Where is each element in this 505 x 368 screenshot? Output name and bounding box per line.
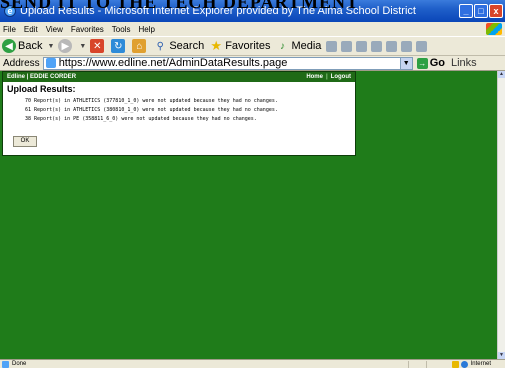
forward-arrow-icon: ▶ (58, 39, 73, 53)
stop-button[interactable]: ✕ (90, 39, 106, 53)
menu-edit[interactable]: Edit (24, 25, 38, 34)
status-segment (425, 360, 444, 368)
menu-file[interactable]: File (3, 25, 16, 34)
favorites-label: Favorites (225, 40, 271, 52)
page-icon (45, 58, 56, 68)
menu-help[interactable]: Help (138, 25, 154, 34)
address-url: https://www.edline.net/AdminDataResults.… (58, 57, 288, 69)
stop-icon: ✕ (90, 39, 105, 53)
menu-favorites[interactable]: Favorites (71, 25, 104, 34)
go-label: Go (429, 57, 445, 69)
back-arrow-icon: ◀ (2, 39, 16, 53)
status-bar: Done Internet (0, 359, 505, 368)
report-line: 70 Report(s) in ATHLETICS (377810_1_0) w… (25, 98, 278, 104)
report-list: 70 Report(s) in ATHLETICS (377810_1_0) w… (3, 97, 355, 124)
address-label: Address (3, 57, 40, 69)
back-button[interactable]: ◀ Back (2, 39, 42, 53)
links-button[interactable]: Links (451, 57, 477, 69)
refresh-button[interactable]: ↻ (111, 39, 127, 53)
edit-icon[interactable] (371, 40, 383, 52)
page-title: Upload Results: (7, 84, 76, 94)
favorites-button[interactable]: ★ Favorites (209, 38, 271, 53)
vertical-scrollbar[interactable]: ▲ ▼ (497, 71, 505, 359)
ok-button[interactable]: OK (13, 136, 37, 147)
folder-icon[interactable] (386, 40, 398, 52)
windows-logo-icon (486, 23, 502, 35)
address-dropdown-icon[interactable]: ▼ (399, 57, 412, 69)
logout-link[interactable]: Logout (331, 74, 351, 80)
header-user[interactable]: Edline | EDDIE CORDER (7, 74, 303, 80)
search-icon: ⚲ (156, 40, 164, 52)
page-done-icon (2, 360, 9, 368)
standard-toolbar: ◀ Back ▼ ▶ ▼ ✕ ↻ ⌂ ⚲ Search ★ Favorites … (0, 36, 505, 56)
menu-view[interactable]: View (46, 25, 63, 34)
forward-button[interactable]: ▶ (58, 39, 74, 53)
status-text: Done (12, 361, 27, 367)
go-arrow-icon: → (416, 57, 428, 69)
media-label: Media (291, 40, 322, 52)
back-label: Back (18, 40, 43, 52)
menu-tools[interactable]: Tools (112, 25, 131, 34)
edline-header-bar: Edline | EDDIE CORDER Home | Logout (3, 72, 355, 82)
refresh-icon: ↻ (111, 39, 126, 53)
upload-results-panel: Edline | EDDIE CORDER Home | Logout Upload… (2, 71, 356, 156)
home-button[interactable]: ⌂ (132, 39, 148, 53)
media-button[interactable]: ♪ Media (275, 39, 321, 53)
address-input[interactable]: https://www.edline.net/AdminDataResults.… (42, 56, 413, 70)
print-icon[interactable] (356, 40, 368, 52)
back-dropdown-icon[interactable]: ▼ (47, 43, 54, 50)
media-icon: ♪ (279, 40, 285, 52)
report-line: 61 Report(s) in ATHLETICS (380810_1_0) w… (25, 107, 278, 113)
home-link[interactable]: Home (306, 74, 323, 80)
status-segment (407, 360, 426, 368)
zone-text: Internet (470, 361, 491, 367)
address-bar: Address https://www.edline.net/AdminData… (0, 56, 505, 71)
favorites-star-icon: ★ (210, 38, 223, 53)
internet-zone-icon (460, 360, 468, 368)
mail-icon[interactable] (341, 40, 353, 52)
history-icon[interactable] (326, 40, 338, 52)
header-nav: Home | Logout (303, 74, 351, 80)
menu-bar: File Edit View Favorites Tools Help (0, 22, 505, 36)
report-line: 38 Report(s) in PE (358811_6_0) were not… (25, 116, 257, 122)
research-icon[interactable] (416, 40, 428, 52)
home-icon: ⌂ (132, 39, 147, 53)
nav-separator: | (325, 74, 328, 80)
page-content: Edline | EDDIE CORDER Home | Logout Upload… (0, 71, 497, 359)
scroll-up-icon[interactable]: ▲ (498, 71, 505, 78)
scroll-down-icon[interactable]: ▼ (498, 352, 505, 359)
lock-icon (451, 360, 459, 368)
forward-dropdown-icon[interactable]: ▼ (79, 43, 86, 50)
overlay-caption: SEND IT TO THE TECH DEPARTMENT (0, 0, 359, 10)
go-button[interactable]: → Go (416, 57, 445, 69)
messenger-icon[interactable] (401, 40, 413, 52)
search-button[interactable]: ⚲ Search (153, 39, 205, 53)
search-label: Search (169, 40, 205, 52)
